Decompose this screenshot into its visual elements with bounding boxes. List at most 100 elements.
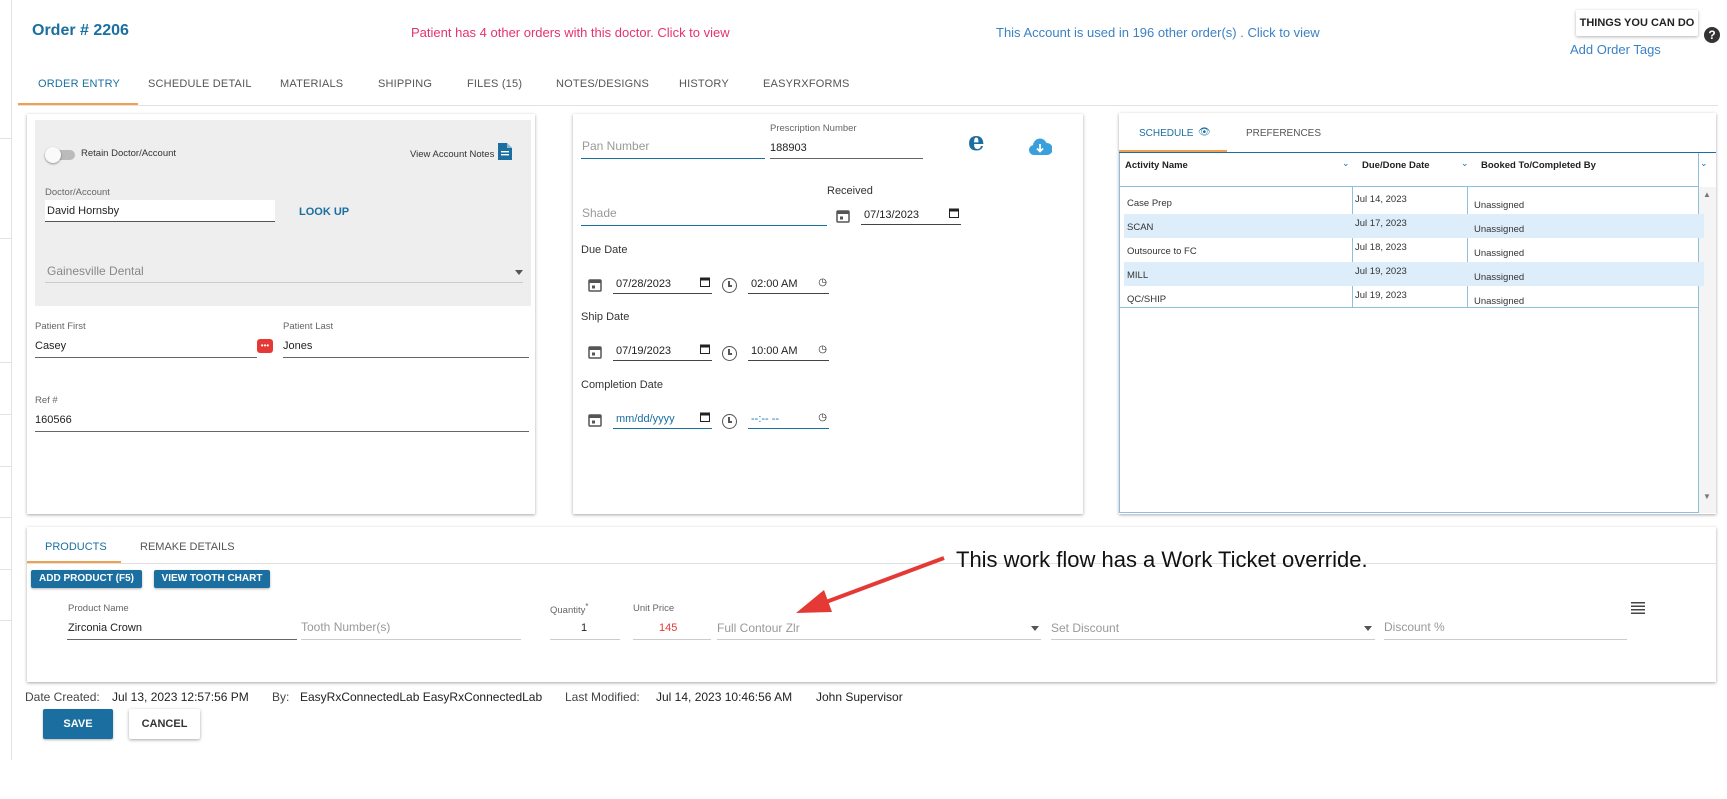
retain-doctor-toggle[interactable] (45, 147, 75, 163)
completion-date-label: Completion Date (581, 379, 663, 391)
practice-underline (45, 282, 523, 283)
patient-orders-link[interactable]: Patient has 4 other orders with this doc… (411, 25, 730, 40)
tab-history[interactable]: HISTORY (679, 78, 729, 103)
chevron-down-icon[interactable]: ⌄ (1342, 158, 1350, 169)
material-select[interactable]: Full Contour Zlr (717, 621, 800, 635)
tab-notes-designs[interactable]: NOTES/DESIGNS (556, 78, 649, 103)
tab-preferences[interactable]: PREFERENCES (1246, 128, 1321, 139)
date-created-value: Jul 13, 2023 12:57:56 PM (112, 690, 249, 704)
time-picker-icon[interactable]: ◷ (818, 412, 827, 423)
chevron-down-icon[interactable] (1364, 626, 1372, 631)
edge-tick (0, 466, 12, 467)
product-name-input[interactable]: Zirconia Crown (68, 622, 142, 634)
patient-last-input[interactable]: Jones (283, 340, 312, 352)
calendar-icon[interactable] (836, 209, 850, 223)
edge-tick (0, 414, 12, 415)
annotation-text: This work flow has a Work Ticket overrid… (956, 547, 1368, 572)
doctor-account-input[interactable]: David Hornsby (45, 200, 275, 222)
save-button[interactable]: SAVE (43, 709, 113, 739)
document-icon[interactable] (498, 143, 512, 160)
cloud-download-icon[interactable] (1028, 138, 1052, 156)
time-picker-icon[interactable]: ◷ (818, 277, 827, 288)
set-discount-select[interactable]: Set Discount (1051, 621, 1119, 635)
due-time-input[interactable]: 02:00 AM ◷ (748, 276, 829, 294)
date-picker-icon[interactable] (700, 344, 710, 354)
patient-card-icon[interactable]: ••• (257, 339, 273, 353)
tab-products[interactable]: PRODUCTS (27, 527, 121, 563)
tab-files[interactable]: FILES (15) (467, 78, 522, 103)
booked-to-header[interactable]: Booked To/Completed By (1481, 160, 1596, 171)
calendar-icon[interactable] (588, 413, 602, 427)
pan-number-input[interactable]: Pan Number (582, 139, 649, 153)
prescription-number-input[interactable]: 188903 (770, 142, 807, 154)
completion-time-input[interactable]: --:-- -- ◷ (748, 411, 829, 429)
due-done-date-header[interactable]: Due/Done Date (1362, 160, 1430, 171)
things-you-can-do-button[interactable]: THINGS YOU CAN DO (1576, 10, 1698, 36)
tab-remake-details[interactable]: REMAKE DETAILS (140, 541, 235, 553)
lookup-button[interactable]: LOOK UP (299, 206, 349, 218)
easyrx-e-icon[interactable]: e (968, 127, 985, 157)
chevron-down-icon[interactable] (515, 270, 523, 275)
tooth-number-input[interactable]: Tooth Number(s) (301, 620, 390, 634)
table-row[interactable]: Outsource to FC Jul 18, 2023 Unassigned (1124, 238, 1704, 262)
table-row[interactable]: MILL Jul 19, 2023 Unassigned (1124, 262, 1704, 286)
date-created-label: Date Created: (25, 690, 100, 704)
list-menu-icon[interactable] (1631, 601, 1645, 615)
account-orders-link[interactable]: This Account is used in 196 other order(… (996, 25, 1320, 40)
discount-percent-input[interactable]: Discount % (1384, 620, 1445, 634)
table-row[interactable]: Case Prep Jul 14, 2023 Unassigned (1124, 190, 1704, 214)
patient-last-underline (283, 357, 529, 358)
scroll-up-icon[interactable]: ▲ (1703, 190, 1711, 199)
date-picker-icon[interactable] (700, 412, 710, 422)
booked-cell: Unassigned (1474, 248, 1525, 259)
scroll-down-icon[interactable]: ▼ (1703, 492, 1711, 501)
chevron-down-icon[interactable] (1031, 626, 1039, 631)
product-name-label: Product Name (68, 603, 129, 614)
date-picker-icon[interactable] (700, 277, 710, 287)
tab-schedule[interactable]: SCHEDULE 👁 (1119, 113, 1227, 152)
edge-tick (0, 138, 12, 139)
ship-time-input[interactable]: 10:00 AM ◷ (748, 343, 829, 361)
tab-order-entry[interactable]: ORDER ENTRY (18, 78, 139, 105)
schedule-header-line (1119, 186, 1699, 187)
prescription-number-label: Prescription Number (770, 123, 857, 134)
clock-icon[interactable] (722, 414, 737, 429)
patient-first-input[interactable]: Casey (35, 340, 66, 352)
tab-materials[interactable]: MATERIALS (280, 78, 343, 103)
ref-input[interactable]: 160566 (35, 414, 72, 426)
view-account-notes-link[interactable]: View Account Notes (410, 149, 494, 160)
cancel-button[interactable]: CANCEL (129, 709, 200, 739)
activity-cell: Outsource to FC (1127, 246, 1197, 257)
completion-time-value: --:-- -- (751, 413, 780, 425)
add-product-button[interactable]: ADD PRODUCT (F5) (31, 570, 142, 588)
tab-easyrxforms[interactable]: EASYRXFORMS (763, 78, 850, 103)
table-row[interactable]: SCAN Jul 17, 2023 Unassigned (1124, 214, 1704, 238)
clock-icon[interactable] (722, 346, 737, 361)
tab-schedule-detail[interactable]: SCHEDULE DETAIL (148, 78, 252, 103)
chevron-down-icon[interactable]: ⌄ (1461, 158, 1469, 169)
table-row[interactable]: QC/SHIP Jul 19, 2023 Unassigned (1124, 286, 1704, 310)
completion-date-input[interactable]: mm/dd/yyyy (613, 411, 712, 429)
quantity-input[interactable]: 1 (581, 622, 587, 634)
due-date-input[interactable]: 07/28/2023 (613, 276, 712, 294)
edge-tick (0, 517, 12, 518)
edge-tick (0, 238, 12, 239)
booked-cell: Unassigned (1474, 224, 1525, 235)
date-picker-icon[interactable] (949, 208, 959, 218)
activity-name-header[interactable]: Activity Name (1125, 160, 1188, 171)
help-icon[interactable]: ? (1704, 27, 1720, 43)
calendar-icon[interactable] (588, 345, 602, 359)
view-tooth-chart-button[interactable]: VIEW TOOTH CHART (154, 570, 270, 588)
tab-shipping[interactable]: SHIPPING (378, 78, 432, 103)
calendar-icon[interactable] (588, 278, 602, 292)
time-picker-icon[interactable]: ◷ (818, 344, 827, 355)
shade-input[interactable]: Shade (582, 206, 617, 220)
ref-label: Ref # (35, 395, 58, 406)
add-order-tags-link[interactable]: Add Order Tags (1570, 42, 1661, 57)
clock-icon[interactable] (722, 278, 737, 293)
practice-select[interactable]: Gainesville Dental (47, 264, 144, 278)
ship-date-input[interactable]: 07/19/2023 (613, 343, 712, 361)
unit-price-input[interactable]: 145 (659, 622, 677, 634)
chevron-down-icon[interactable]: ⌄ (1700, 158, 1708, 169)
received-date-input[interactable]: 07/13/2023 (861, 207, 961, 225)
